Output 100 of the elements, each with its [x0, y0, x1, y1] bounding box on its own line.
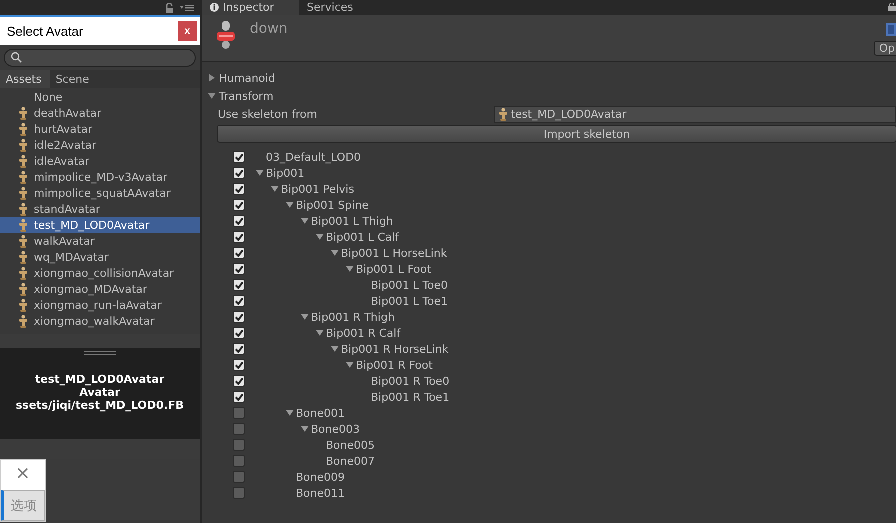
bone-label: Bip001 R Foot	[356, 358, 433, 372]
foldout-header[interactable]: Humanoid	[208, 69, 896, 87]
checkbox[interactable]	[233, 167, 245, 179]
lock-icon[interactable]	[888, 3, 896, 11]
bone-label: Bip001 L Toe1	[371, 294, 448, 308]
avatar-list-item[interactable]: deathAvatar	[0, 105, 200, 121]
splitter-handle-icon[interactable]	[84, 351, 116, 355]
bone-label: Bip001 L Thigh	[311, 214, 394, 228]
avatar-list-item[interactable]: xiongmao_collisionAvatar	[0, 265, 200, 281]
import-skeleton-button[interactable]: Import skeleton	[217, 125, 896, 143]
checkbox[interactable]	[233, 199, 245, 211]
checkbox[interactable]	[233, 327, 245, 339]
checkbox[interactable]	[233, 423, 245, 435]
avatar-list-item[interactable]: mimpolice_squatAAvatar	[0, 185, 200, 201]
info-icon	[210, 3, 219, 12]
checkbox[interactable]	[233, 311, 245, 323]
expanded-arrow-icon[interactable]	[331, 249, 339, 257]
search-field[interactable]	[4, 48, 196, 66]
bone-label: Bip001	[266, 166, 305, 180]
bone-label: Bip001 R HorseLink	[341, 342, 449, 356]
avatar-list-item[interactable]: xiongmao_MDAvatar	[0, 281, 200, 297]
preview-text: Avatar	[80, 386, 120, 399]
close-button[interactable]: ×	[11, 464, 35, 484]
checkbox[interactable]	[233, 151, 245, 163]
avatar-list-item[interactable]: mimpolice_MD-v3Avatar	[0, 169, 200, 185]
avatar-list-item[interactable]: standAvatar	[0, 201, 200, 217]
expanded-arrow-icon[interactable]	[346, 361, 354, 369]
checkbox[interactable]	[233, 295, 245, 307]
checkbox[interactable]	[233, 407, 245, 419]
mannequin-icon	[19, 266, 28, 280]
bone-label: Bip001 R Toe1	[371, 390, 450, 404]
expanded-arrow-icon[interactable]	[301, 217, 309, 225]
mannequin-icon	[19, 234, 28, 248]
bone-label: Bip001 L HorseLink	[341, 246, 448, 260]
checkbox[interactable]	[233, 471, 245, 483]
expanded-arrow-icon[interactable]	[286, 409, 294, 417]
expanded-arrow-icon[interactable]	[271, 185, 279, 193]
mannequin-icon	[19, 282, 28, 296]
checkbox[interactable]	[233, 263, 245, 275]
foldout-header[interactable]: Transform	[208, 87, 896, 105]
mannequin-icon	[19, 186, 28, 200]
bone-label: Bone003	[311, 422, 360, 436]
checkbox[interactable]	[233, 183, 245, 195]
tab[interactable]: Scene	[50, 70, 98, 88]
bone-label: Bone007	[326, 454, 376, 468]
avatar-list-item[interactable]: hurtAvatar	[0, 121, 200, 137]
expanded-arrow-icon[interactable]	[331, 345, 339, 353]
mannequin-icon	[19, 170, 28, 184]
mannequin-icon	[19, 298, 28, 312]
checkbox[interactable]	[233, 359, 245, 371]
expanded-arrow-icon[interactable]	[346, 265, 354, 273]
checkbox[interactable]	[233, 279, 245, 291]
checkbox[interactable]	[233, 343, 245, 355]
tab[interactable]: Services	[299, 0, 368, 15]
bone-label: Bip001 L Calf	[326, 230, 400, 244]
mannequin-icon	[19, 138, 28, 152]
checkbox[interactable]	[233, 231, 245, 243]
bone-label: Bip001 R Toe0	[371, 374, 450, 388]
bone-label: 03_Default_LOD0	[266, 150, 362, 164]
avatar-list-item[interactable]: xiongmao_run-laAvatar	[0, 297, 200, 313]
expanded-arrow-icon[interactable]	[256, 169, 264, 177]
preview-text: test_MD_LOD0Avatar	[35, 373, 165, 386]
preview-text: ssets/jiqi/test_MD_LOD0.FB	[16, 399, 184, 412]
checkbox[interactable]	[233, 247, 245, 259]
lock-icon[interactable]	[165, 2, 174, 12]
avatar-list-item[interactable]: idle2Avatar	[0, 137, 200, 153]
checkbox[interactable]	[233, 439, 245, 451]
avatar-list-item[interactable]: idleAvatar	[0, 153, 200, 169]
expanded-arrow-icon[interactable]	[316, 233, 324, 241]
expanded-arrow-icon[interactable]	[316, 329, 324, 337]
expanded-arrow-icon[interactable]	[301, 313, 309, 321]
bone-label: Bone009	[296, 470, 346, 484]
avatar-list-item[interactable]: wq_MDAvatar	[0, 249, 200, 265]
checkbox[interactable]	[233, 455, 245, 467]
mannequin-icon	[19, 314, 28, 328]
avatar-list-item[interactable]: None	[0, 89, 200, 105]
expanded-arrow-icon[interactable]	[301, 425, 309, 433]
avatar-list-item[interactable]: xiongmao_walkAvatar	[0, 313, 200, 329]
menu-icon[interactable]	[180, 4, 194, 12]
bone-label: Bip001 L Foot	[356, 262, 432, 276]
bone-label: Bone001	[296, 406, 346, 420]
bone-label: Bip001 L Toe0	[371, 278, 448, 292]
checkbox[interactable]	[233, 375, 245, 387]
open-button[interactable]: Op	[874, 41, 896, 56]
expanded-arrow-icon[interactable]	[286, 201, 294, 209]
bone-label: Bip001 Spine	[296, 198, 369, 212]
checkbox[interactable]	[233, 215, 245, 227]
avatar-list-item[interactable]: test_MD_LOD0Avatar	[0, 217, 200, 233]
tab[interactable]: Assets	[0, 70, 50, 88]
asset-title: down	[250, 21, 288, 37]
close-button[interactable]: x	[178, 21, 197, 41]
mannequin-icon	[19, 250, 28, 264]
mannequin-icon	[19, 122, 28, 136]
checkbox[interactable]	[233, 487, 245, 499]
tab[interactable]: Inspector	[202, 0, 299, 15]
mannequin-icon	[499, 108, 508, 120]
avatar-list-item[interactable]: walkAvatar	[0, 233, 200, 249]
object-field[interactable]: test_MD_LOD0Avatar	[494, 106, 896, 122]
checkbox[interactable]	[233, 391, 245, 403]
mannequin-icon	[19, 106, 28, 120]
